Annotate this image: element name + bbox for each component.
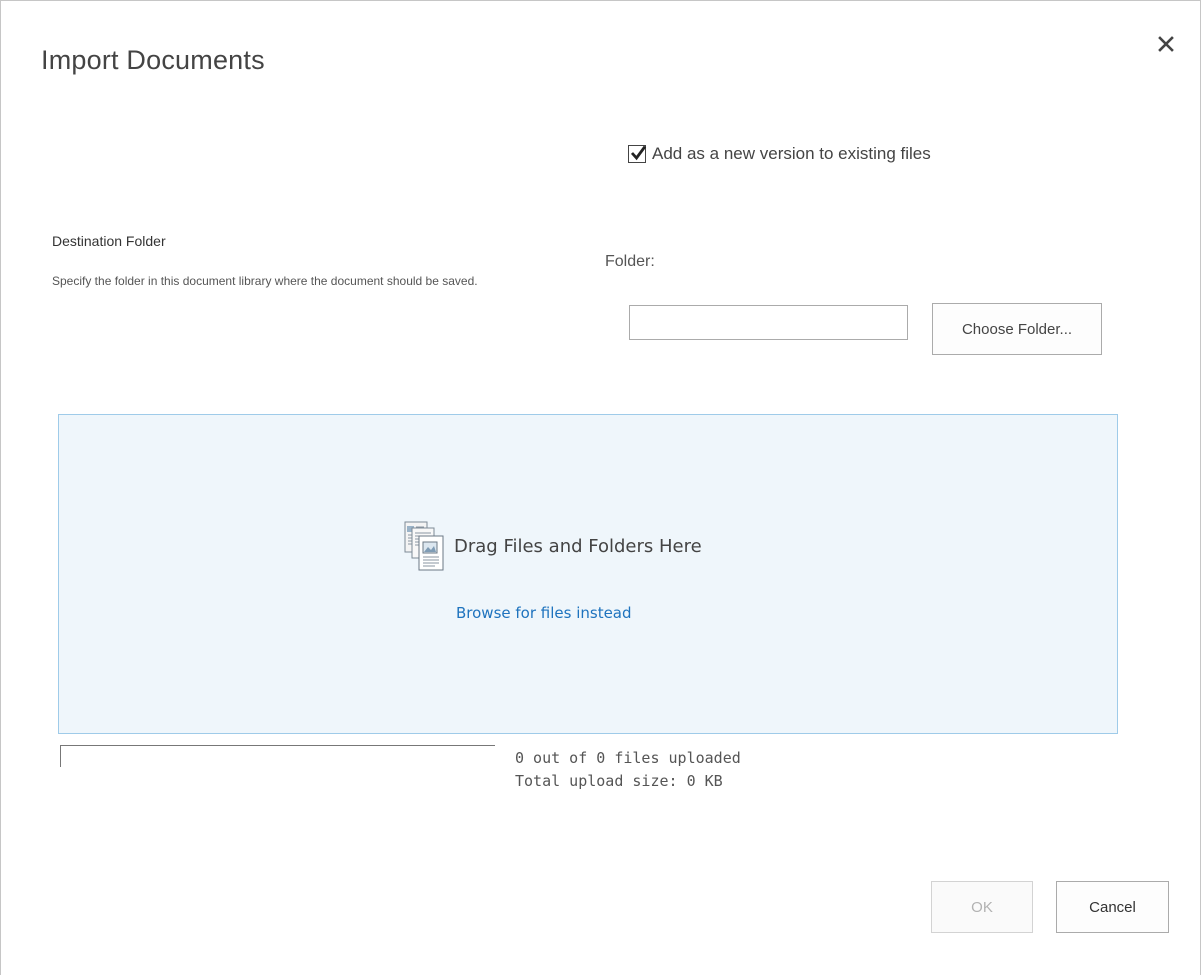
close-icon[interactable]: [1153, 31, 1179, 57]
total-upload-size: Total upload size: 0 KB: [515, 772, 723, 790]
cancel-button[interactable]: Cancel: [1056, 881, 1169, 933]
drop-zone-text: Drag Files and Folders Here: [454, 536, 702, 557]
drop-zone[interactable]: Drag Files and Folders Here Browse for f…: [58, 414, 1118, 734]
close-button[interactable]: [1153, 31, 1179, 57]
checkmark-icon: [630, 145, 647, 161]
import-documents-dialog: Import Documents Add as a new version to…: [0, 0, 1201, 975]
drop-zone-prompt: Drag Files and Folders Here: [399, 519, 702, 575]
ok-button[interactable]: OK: [931, 881, 1033, 933]
upload-status: 0 out of 0 files uploaded Total upload s…: [515, 747, 741, 793]
browse-files-link[interactable]: Browse for files instead: [456, 603, 632, 623]
dialog-title: Import Documents: [41, 45, 265, 75]
destination-folder-heading: Destination Folder: [52, 233, 166, 249]
folder-input[interactable]: [629, 305, 908, 340]
destination-folder-description: Specify the folder in this document libr…: [52, 274, 478, 288]
files-uploaded-status: 0 out of 0 files uploaded: [515, 749, 741, 767]
add-version-label[interactable]: Add as a new version to existing files: [652, 143, 931, 165]
add-version-checkbox[interactable]: [628, 145, 647, 163]
documents-icon: [404, 521, 444, 571]
folder-label: Folder:: [605, 253, 655, 270]
choose-folder-button[interactable]: Choose Folder...: [932, 303, 1102, 355]
upload-progress-bar: [60, 745, 495, 767]
add-version-option[interactable]: Add as a new version to existing files: [628, 142, 931, 166]
